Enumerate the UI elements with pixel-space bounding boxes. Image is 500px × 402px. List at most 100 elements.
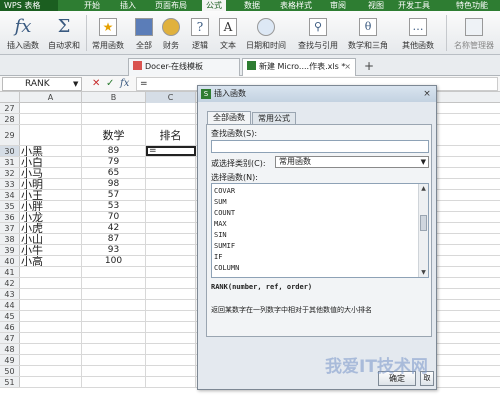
common-functions-button[interactable]: ★ 常用函数 — [88, 11, 128, 55]
cell-c[interactable] — [146, 278, 196, 288]
row-number[interactable]: 41 — [0, 267, 20, 277]
row-number[interactable]: 45 — [0, 311, 20, 321]
cell-c[interactable] — [146, 377, 196, 387]
dialog-title-bar[interactable]: S 插入函数 × — [198, 86, 436, 102]
row-number[interactable]: 32 — [0, 168, 20, 178]
row-number[interactable]: 38 — [0, 234, 20, 244]
menu-review[interactable]: 审阅 — [330, 0, 346, 11]
row-number[interactable]: 29 — [0, 125, 20, 145]
cell-a[interactable] — [20, 377, 82, 387]
cell-b[interactable]: 79 — [82, 157, 146, 167]
category-select[interactable]: 常用函数 ▼ — [275, 156, 429, 168]
row-number[interactable]: 48 — [0, 344, 20, 354]
cell-b[interactable] — [82, 333, 146, 343]
cell-a[interactable] — [20, 125, 82, 145]
text-button[interactable]: A 文本 — [214, 11, 242, 55]
cell-c[interactable] — [146, 300, 196, 310]
function-list[interactable]: COVAR SUM COUNT MAX SIN SUMIF IF COLUMN … — [211, 183, 429, 278]
cell-b[interactable] — [82, 114, 146, 124]
cell-c[interactable] — [146, 322, 196, 332]
cell-b[interactable]: 98 — [82, 179, 146, 189]
menu-data[interactable]: 数据 — [244, 0, 260, 11]
insert-function-button[interactable]: fx 插入函数 — [2, 11, 44, 55]
logical-button[interactable]: ? 逻辑 — [186, 11, 214, 55]
cell-a[interactable]: 小胖 — [20, 201, 82, 211]
cell-a[interactable]: 小牛 — [20, 245, 82, 255]
new-tab-button[interactable]: + — [364, 58, 374, 74]
lookup-button[interactable]: ⚲ 查找与引用 — [294, 11, 342, 55]
cell-b[interactable]: 93 — [82, 245, 146, 255]
cell-b[interactable] — [82, 344, 146, 354]
menu-page-layout[interactable]: 页面布局 — [155, 0, 187, 11]
row-number[interactable]: 37 — [0, 223, 20, 233]
cell-a[interactable] — [20, 355, 82, 365]
list-item[interactable]: COLUMN — [212, 262, 412, 274]
menu-insert[interactable]: 插入 — [120, 0, 136, 11]
cell-b[interactable] — [82, 311, 146, 321]
cell-a[interactable]: 小白 — [20, 157, 82, 167]
cell-c[interactable] — [146, 333, 196, 343]
scrollbar-thumb[interactable] — [420, 215, 427, 231]
function-list-scrollbar[interactable]: ▲ ▼ — [418, 184, 428, 277]
column-header-a[interactable]: A — [20, 92, 82, 103]
cell-a[interactable]: 小黑 — [20, 146, 82, 156]
cell-b[interactable]: 65 — [82, 168, 146, 178]
math-button[interactable]: θ 数学和三角 — [344, 11, 392, 55]
close-icon[interactable]: × — [421, 88, 433, 100]
column-header-b[interactable]: B — [82, 92, 146, 103]
cell-a[interactable] — [20, 103, 82, 113]
cell-c[interactable] — [146, 289, 196, 299]
active-cell[interactable]: = — [146, 146, 196, 156]
cell-b[interactable]: 100 — [82, 256, 146, 266]
cell-b[interactable] — [82, 267, 146, 277]
finance-button[interactable]: 财务 — [158, 11, 184, 55]
row-number[interactable]: 44 — [0, 300, 20, 310]
cell-c[interactable] — [146, 157, 196, 167]
cell-a[interactable] — [20, 322, 82, 332]
row-number[interactable]: 34 — [0, 190, 20, 200]
autosum-button[interactable]: Σ 自动求和 — [44, 11, 84, 55]
cell-b[interactable]: 53 — [82, 201, 146, 211]
row-number[interactable]: 40 — [0, 256, 20, 266]
chevron-down-icon[interactable]: ▼ — [73, 77, 78, 91]
cell-b[interactable]: 89 — [82, 146, 146, 156]
cell-a[interactable]: 小龙 — [20, 212, 82, 222]
row-number[interactable]: 47 — [0, 333, 20, 343]
cancel-x-icon[interactable]: ✕ — [92, 77, 100, 91]
fx-icon[interactable]: fx — [120, 77, 129, 91]
cell-a[interactable]: 小王 — [20, 190, 82, 200]
row-number[interactable]: 33 — [0, 179, 20, 189]
row-number[interactable]: 42 — [0, 278, 20, 288]
cell-b[interactable] — [82, 377, 146, 387]
scroll-up-icon[interactable]: ▲ — [419, 184, 428, 193]
cell-c[interactable] — [146, 311, 196, 321]
cell-a[interactable]: 小虎 — [20, 223, 82, 233]
search-function-input[interactable] — [211, 140, 429, 153]
cell-a[interactable]: 小明 — [20, 179, 82, 189]
cell-c[interactable] — [146, 366, 196, 376]
cell-b[interactable]: 42 — [82, 223, 146, 233]
cell-b[interactable] — [82, 278, 146, 288]
cell-c[interactable] — [146, 212, 196, 222]
cell-b[interactable]: 57 — [82, 190, 146, 200]
menu-start[interactable]: 开始 — [84, 0, 100, 11]
cell-b[interactable] — [82, 366, 146, 376]
cell-c[interactable] — [146, 114, 196, 124]
confirm-check-icon[interactable]: ✓ — [106, 77, 114, 91]
tab-all-functions[interactable]: 全部函数 — [207, 111, 251, 125]
menu-view[interactable]: 视图 — [368, 0, 384, 11]
menu-formulas[interactable]: 公式 — [202, 0, 226, 11]
all-functions-button[interactable]: 全部 — [130, 11, 158, 55]
row-number[interactable]: 49 — [0, 355, 20, 365]
cell-b[interactable] — [82, 289, 146, 299]
cell-a[interactable] — [20, 114, 82, 124]
cell-c[interactable] — [146, 201, 196, 211]
cell-b[interactable] — [82, 355, 146, 365]
cell-c[interactable] — [146, 234, 196, 244]
row-number[interactable]: 31 — [0, 157, 20, 167]
cell-c[interactable] — [146, 245, 196, 255]
cell-c[interactable] — [146, 103, 196, 113]
close-tab-icon[interactable]: × — [344, 59, 351, 75]
other-functions-button[interactable]: … 其他函数 — [396, 11, 440, 55]
cell-a[interactable] — [20, 311, 82, 321]
